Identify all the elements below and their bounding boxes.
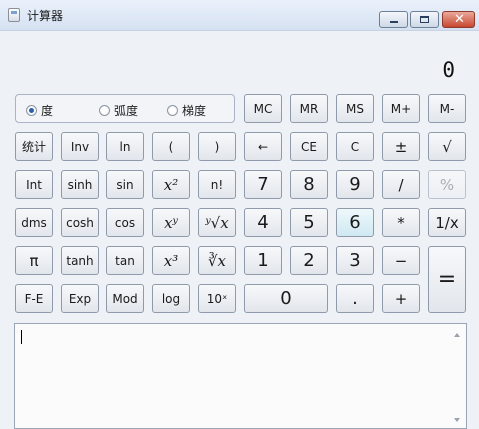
- calculator-icon: [8, 8, 20, 22]
- cube-root-button[interactable]: ∛x: [198, 246, 236, 275]
- digit-1-button[interactable]: 1: [244, 246, 282, 275]
- display-value: 0: [442, 58, 455, 82]
- ms-button[interactable]: MS: [336, 94, 374, 123]
- decimal-button[interactable]: .: [336, 284, 374, 313]
- window-title: 计算器: [27, 9, 64, 23]
- multiply-button[interactable]: *: [382, 208, 420, 237]
- maximize-button[interactable]: [410, 11, 439, 28]
- tanh-button[interactable]: tanh: [61, 246, 99, 275]
- pi-button[interactable]: π: [15, 246, 53, 275]
- cos-button[interactable]: cos: [106, 208, 144, 237]
- radio-indicator: [26, 105, 37, 116]
- divide-button[interactable]: /: [382, 170, 420, 199]
- cosh-button[interactable]: cosh: [61, 208, 99, 237]
- add-button[interactable]: +: [382, 284, 420, 313]
- radio-degrees[interactable]: 度: [26, 102, 53, 119]
- digit-4-button[interactable]: 4: [244, 208, 282, 237]
- y-root-button[interactable]: ʸ√x: [198, 208, 236, 237]
- plus-minus-button[interactable]: ±: [382, 132, 420, 161]
- subtract-button[interactable]: −: [382, 246, 420, 275]
- digit-7-button[interactable]: 7: [244, 170, 282, 199]
- digit-2-button[interactable]: 2: [290, 246, 328, 275]
- left-paren-button[interactable]: (: [152, 132, 190, 161]
- title-bar[interactable]: 计算器 ✕: [0, 0, 479, 31]
- radio-gradians[interactable]: 梯度: [167, 102, 206, 119]
- radio-indicator: [167, 105, 178, 116]
- calculator-window: 计算器 ✕ 0 度 弧度 梯度 MC MR MS M+ M- 统计 Inv ln…: [0, 0, 479, 429]
- log-button[interactable]: log: [152, 284, 190, 313]
- f-e-button[interactable]: F-E: [15, 284, 53, 313]
- radio-indicator: [99, 105, 110, 116]
- m-minus-button[interactable]: M-: [428, 94, 466, 123]
- scroll-down-arrow-icon[interactable]: [454, 418, 460, 422]
- history-area[interactable]: [14, 323, 467, 429]
- right-paren-button[interactable]: ): [198, 132, 236, 161]
- m-plus-button[interactable]: M+: [382, 94, 420, 123]
- sinh-button[interactable]: sinh: [61, 170, 99, 199]
- exp-button[interactable]: Exp: [61, 284, 99, 313]
- factorial-button[interactable]: n!: [198, 170, 236, 199]
- ln-button[interactable]: ln: [106, 132, 144, 161]
- digit-0-button[interactable]: 0: [244, 284, 328, 313]
- minimize-icon: [390, 21, 398, 23]
- maximize-icon: [420, 16, 429, 23]
- dms-button[interactable]: dms: [15, 208, 53, 237]
- ce-button[interactable]: CE: [290, 132, 328, 161]
- ten-power-button[interactable]: 10ˣ: [198, 284, 236, 313]
- percent-button[interactable]: %: [428, 170, 466, 199]
- stats-button[interactable]: 统计: [15, 132, 53, 161]
- radio-label: 度: [41, 104, 54, 118]
- int-button[interactable]: Int: [15, 170, 53, 199]
- mr-button[interactable]: MR: [290, 94, 328, 123]
- digit-3-button[interactable]: 3: [336, 246, 374, 275]
- backspace-button[interactable]: ←: [244, 132, 282, 161]
- radio-label: 弧度: [114, 104, 139, 118]
- digit-5-button[interactable]: 5: [290, 208, 328, 237]
- cube-button[interactable]: x³: [152, 246, 190, 275]
- clear-button[interactable]: C: [336, 132, 374, 161]
- power-button[interactable]: xʸ: [152, 208, 190, 237]
- radio-radians[interactable]: 弧度: [99, 102, 138, 119]
- digit-6-button[interactable]: 6: [336, 208, 374, 237]
- reciprocal-button[interactable]: 1/x: [428, 208, 466, 237]
- inv-button[interactable]: Inv: [61, 132, 99, 161]
- angle-unit-group: 度 弧度 梯度: [15, 94, 235, 123]
- radio-label: 梯度: [182, 104, 207, 118]
- text-caret: [21, 330, 22, 344]
- close-icon: ✕: [454, 12, 465, 27]
- close-button[interactable]: ✕: [442, 11, 475, 28]
- digit-9-button[interactable]: 9: [336, 170, 374, 199]
- digit-8-button[interactable]: 8: [290, 170, 328, 199]
- square-button[interactable]: x²: [152, 170, 190, 199]
- sin-button[interactable]: sin: [106, 170, 144, 199]
- sqrt-button[interactable]: √: [428, 132, 466, 161]
- mod-button[interactable]: Mod: [106, 284, 144, 313]
- tan-button[interactable]: tan: [106, 246, 144, 275]
- scroll-up-arrow-icon[interactable]: [454, 333, 460, 337]
- minimize-button[interactable]: [379, 11, 408, 28]
- equals-button[interactable]: =: [428, 246, 466, 313]
- mc-button[interactable]: MC: [244, 94, 282, 123]
